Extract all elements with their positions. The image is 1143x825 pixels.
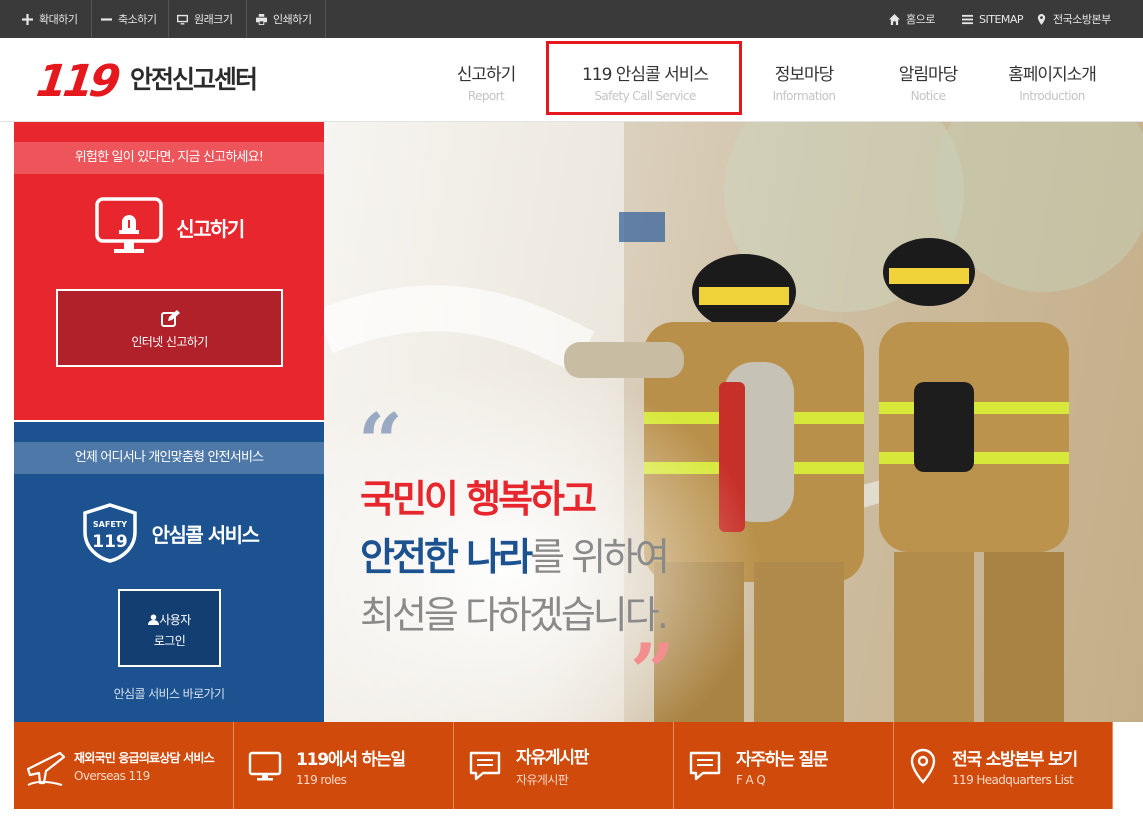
svg-text:119: 119: [92, 532, 128, 552]
divider: [233, 722, 234, 809]
nav-introduction[interactable]: 홈페이지소개 Introduction: [996, 38, 1108, 122]
print-button[interactable]: 인쇄하기: [256, 0, 312, 38]
monitor-alarm-icon: [95, 197, 163, 253]
plus-icon: [22, 13, 33, 25]
divider: [893, 722, 894, 809]
divider: [246, 0, 247, 38]
nav-notice[interactable]: 알림마당 Notice: [881, 38, 975, 122]
quick-overseas-119[interactable]: 재외국민 응급의료상담 서비스 Overseas 119: [24, 722, 234, 809]
menu-icon: [962, 14, 973, 24]
logo-text: 안전신고센터: [130, 65, 258, 94]
hero-banner: “ ” 국민이 행복하고 안전한 나라를 위하여 최선을 다하겠습니다.: [324, 122, 1143, 722]
utility-bar: 확대하기 축소하기 원래크기 인쇄하기 홈으로 SITEMAP 전국소방본부: [0, 0, 1143, 38]
zoom-out-button[interactable]: 축소하기: [101, 0, 157, 38]
map-pin-icon: [910, 748, 936, 784]
monitor-icon: [177, 14, 188, 25]
hero-line-1: 국민이 행복하고: [360, 477, 597, 521]
nav-report[interactable]: 신고하기 Report: [440, 38, 532, 122]
chat-bubble-icon: [689, 751, 721, 780]
airplane-icon: [26, 751, 66, 786]
nav-information[interactable]: 정보마당 Information: [757, 38, 851, 122]
printer-icon: [256, 13, 267, 25]
map-pin-icon: [1037, 13, 1046, 25]
divider: [453, 722, 454, 809]
safety-banner: 언제 어디서나 개인맞춤형 안전서비스: [14, 442, 324, 474]
sitemap-link[interactable]: SITEMAP: [962, 0, 1024, 38]
divider: [1112, 722, 1113, 809]
divider: [91, 0, 92, 38]
close-quote-icon: ”: [630, 627, 675, 718]
divider: [168, 0, 169, 38]
safety-title-row: SAFETY 119 안심콜 서비스: [14, 502, 324, 564]
site-logo[interactable]: 119 안전신고센터: [28, 52, 258, 104]
safety-title: 안심콜 서비스: [151, 522, 260, 547]
quick-free-board[interactable]: 자유게시판 자유게시판: [468, 722, 678, 809]
svg-text:119: 119: [28, 55, 124, 104]
quick-links-bar: 재외국민 응급의료상담 서비스 Overseas 119 119에서 하는일 1…: [14, 722, 1113, 809]
home-icon: [889, 13, 900, 25]
svg-text:SAFETY: SAFETY: [92, 520, 126, 529]
minus-icon: [101, 17, 112, 21]
monitor-icon: [248, 751, 282, 780]
hero-line-3: 최선을 다하겠습니다.: [360, 593, 669, 637]
report-panel: 위험한 일이 있다면, 지금 신고하세요! 신고하기 인터넷 신고하기: [14, 122, 324, 420]
hq-link[interactable]: 전국소방본부: [1036, 0, 1111, 38]
user-login-button[interactable]: 사용자 로그인: [118, 589, 221, 667]
safety-call-panel: 언제 어디서나 개인맞춤형 안전서비스 SAFETY 119 안심콜 서비스 사…: [14, 422, 324, 722]
internet-report-button[interactable]: 인터넷 신고하기: [56, 289, 283, 367]
report-title: 신고하기: [176, 216, 245, 241]
zoom-in-button[interactable]: 확대하기: [22, 0, 78, 38]
nav-highlight-box: [546, 41, 742, 115]
quick-hq-list[interactable]: 전국 소방본부 보기 119 Headquarters List: [908, 722, 1113, 809]
divider: [325, 0, 326, 38]
site-header: 119 안전신고센터 신고하기 Report 119 안심콜 서비스 Safet…: [0, 38, 1143, 122]
hero-line-2: 안전한 나라를 위하여: [360, 535, 670, 579]
chat-bubble-icon: [469, 751, 501, 780]
edit-icon: [160, 310, 180, 327]
home-link[interactable]: 홈으로: [889, 0, 935, 38]
report-banner: 위험한 일이 있다면, 지금 신고하세요!: [14, 142, 324, 174]
quick-119-roles[interactable]: 119에서 하는일 119 roles: [248, 722, 458, 809]
divider: [673, 722, 674, 809]
safety-119-shield-icon: SAFETY 119: [82, 503, 137, 563]
original-size-button[interactable]: 원래크기: [177, 0, 233, 38]
quick-faq[interactable]: 자주하는 질문 F A Q: [688, 722, 898, 809]
logo-119-mark: 119: [28, 55, 124, 104]
safety-shortcut-link[interactable]: 안심콜 서비스 바로가기: [14, 685, 324, 702]
report-title-row: 신고하기: [14, 196, 324, 258]
user-icon: [148, 614, 160, 625]
